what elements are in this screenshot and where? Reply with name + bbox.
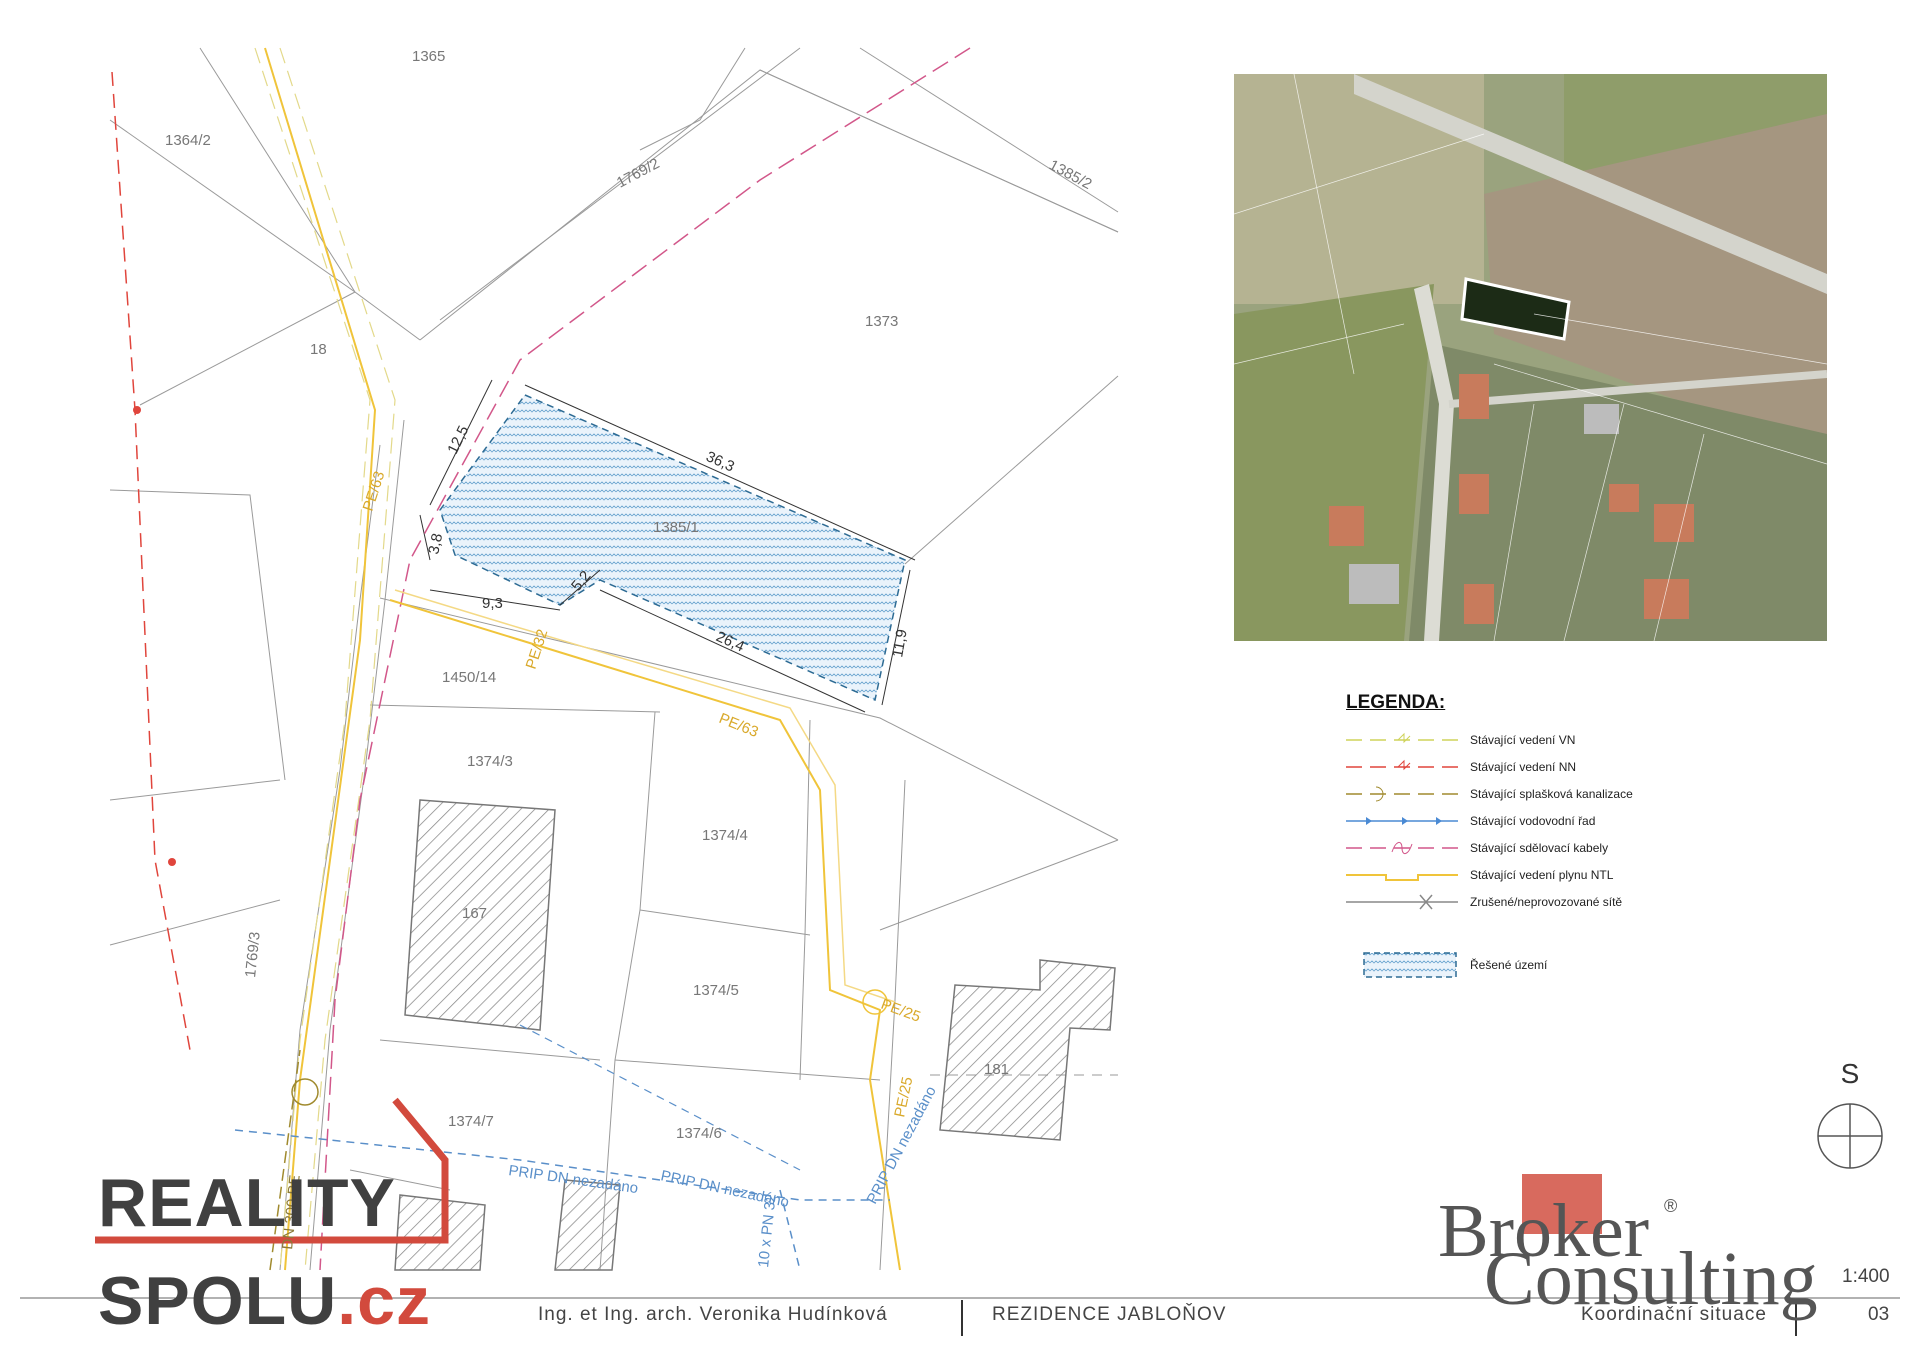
- legend-item: Zrušené/neprovozované sítě: [1346, 888, 1746, 915]
- parcel-label: 1364/2: [165, 132, 211, 149]
- gas-ntl-main: [264, 47, 377, 1271]
- north-label: S: [1840, 1058, 1860, 1089]
- legend-line-nn: [1346, 759, 1458, 770]
- legend-label: Stávající sdělovací kabely: [1470, 840, 1609, 855]
- sheet-number: 03: [1868, 1304, 1890, 1325]
- parcel-label: 1769/2: [614, 155, 663, 192]
- legend-line-sewer: [1346, 786, 1458, 801]
- reality-logo-word1: REALITY: [98, 1165, 396, 1241]
- parcel-label: 1385/1: [653, 519, 699, 536]
- legend-label: Zrušené/neprovozované sítě: [1470, 894, 1623, 909]
- parcel-label: 1374/5: [693, 982, 739, 999]
- parcel-label: 181: [984, 1061, 1009, 1078]
- legend-line-gas: [1346, 873, 1458, 881]
- legend-line-water: [1346, 816, 1458, 825]
- building-181: [939, 959, 1116, 1141]
- legend-label: Stávající vedení plynu NTL: [1470, 867, 1614, 882]
- legend-area-symbol: [1363, 951, 1457, 978]
- legend-item: Stávající vedení plynu NTL: [1346, 861, 1746, 888]
- parcel-label: 1374/3: [467, 753, 513, 770]
- parcel-label: 1769/3: [242, 931, 264, 978]
- reality-logo-word2: SPOLU.cz: [98, 1263, 431, 1339]
- legend-item: Stávající splašková kanalizace: [1346, 780, 1746, 807]
- legend-line-cancelled: [1346, 894, 1458, 909]
- dimension-label: 36,3: [703, 448, 737, 475]
- dimension-label: 9,3: [482, 595, 503, 612]
- aerial-photo-inset: [1234, 74, 1827, 641]
- legend-label: Stávající vedení VN: [1470, 732, 1576, 747]
- drawing-name: Koordinační situace: [1581, 1304, 1767, 1325]
- north-arrow-icon: [1817, 1103, 1883, 1169]
- gas-label: PE/25: [879, 996, 923, 1026]
- legend-title: LEGENDA:: [1346, 692, 1446, 713]
- legend: LEGENDA: Stávající vedení VN Stávající v…: [1346, 692, 1746, 978]
- legend-label: Stávající splašková kanalizace: [1470, 786, 1633, 801]
- project-name: REZIDENCE JABLOŇOV: [992, 1304, 1227, 1325]
- parcel-label: 1373: [865, 313, 898, 330]
- parcel-label: 1374/6: [676, 1125, 722, 1142]
- drawing-scale: 1:400: [1842, 1266, 1890, 1287]
- legend-item: Stávající sdělovací kabely: [1346, 834, 1746, 861]
- legend-item-area: Řešené území: [1346, 951, 1746, 978]
- dimension-label: 11,9: [889, 628, 911, 659]
- parcel-label: 1374/4: [702, 827, 748, 844]
- reality-spolu-logo: REALITY SPOLU.cz: [92, 1098, 462, 1339]
- legend-label: Stávající vedení NN: [1470, 759, 1577, 774]
- building-south-2: [554, 1179, 621, 1271]
- legend-item: Stávající vodovodní řad: [1346, 807, 1746, 834]
- legend-item: Stávající vedení VN: [1346, 726, 1746, 753]
- legend-item: Stávající vedení NN: [1346, 753, 1746, 780]
- solved-area-1385-1: [439, 394, 906, 702]
- broker-logo-reg: ®: [1664, 1196, 1678, 1216]
- legend-line-telecom: [1346, 841, 1458, 854]
- gas-label: PE/63: [717, 710, 761, 741]
- parcel-label: 1450/14: [442, 669, 496, 686]
- author-name: Ing. et Ing. arch. Veronika Hudínková: [538, 1304, 888, 1325]
- legend-line-vn: [1346, 732, 1458, 743]
- legend-area-label: Řešené území: [1470, 957, 1548, 972]
- legend-label: Stávající vodovodní řad: [1470, 813, 1596, 828]
- parcel-label: 1365: [412, 48, 445, 65]
- parcel-label: 18: [310, 341, 327, 358]
- dimension-label: 3,8: [425, 532, 446, 556]
- parcel-label: 167: [462, 905, 487, 922]
- nn-line: [111, 71, 191, 1051]
- north-arrow: S: [1812, 1058, 1888, 1182]
- parcel-label: 1385/2: [1046, 157, 1095, 194]
- water-line-2: [519, 1024, 801, 1171]
